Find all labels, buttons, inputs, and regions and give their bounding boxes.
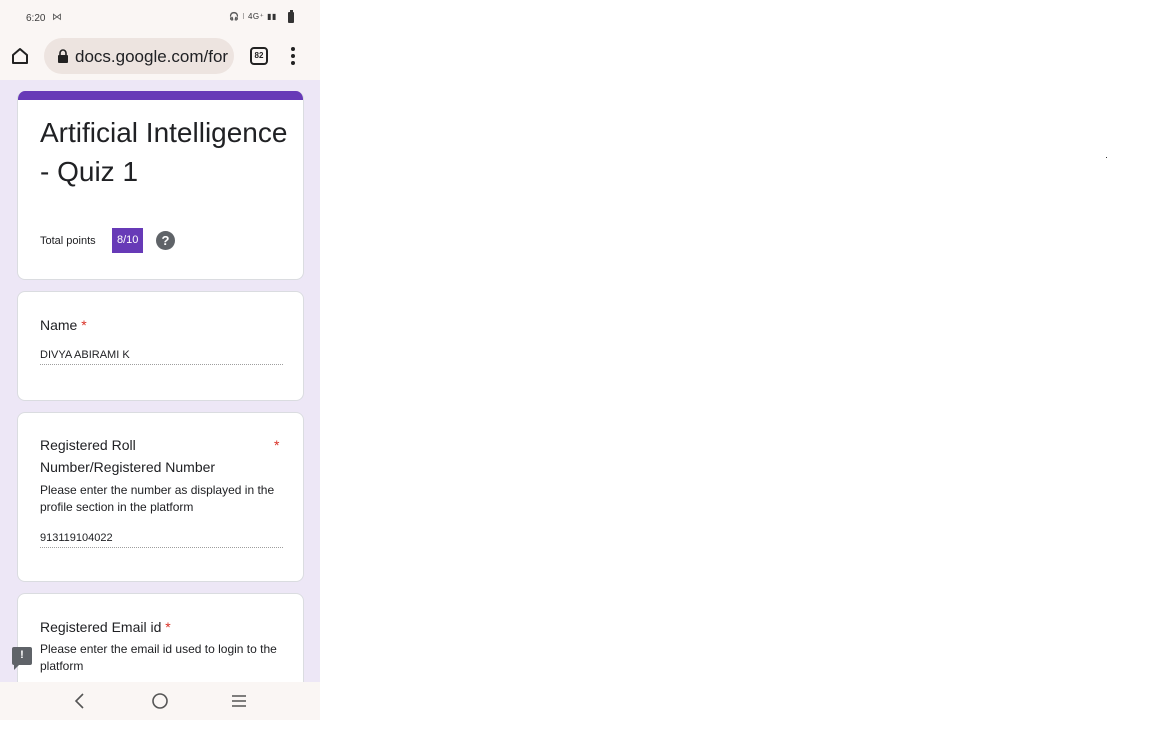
question-card-name: Name * DIVYA ABIRAMI K bbox=[17, 291, 304, 401]
url-text: docs.google.com/for bbox=[75, 47, 229, 66]
feedback-icon[interactable]: ! bbox=[12, 647, 32, 670]
home-circle-icon[interactable] bbox=[147, 688, 173, 714]
status-bar: 6:20 ⋈ 🎧 ⁝ 4G⁺ ▮▮ bbox=[0, 0, 320, 32]
question-text: Registered Email id bbox=[40, 619, 162, 635]
recents-icon[interactable] bbox=[226, 688, 252, 714]
battery-icon bbox=[288, 10, 294, 23]
header-accent-bar bbox=[18, 91, 303, 100]
question-description: Please enter the email id used to login … bbox=[40, 642, 277, 673]
form-header-card: Artificial Intelligence - Quiz 1 Total p… bbox=[17, 91, 304, 280]
question-text: Name bbox=[40, 317, 78, 333]
form-title: Artificial Intelligence - Quiz 1 bbox=[40, 117, 288, 187]
menu-icon[interactable] bbox=[290, 47, 296, 65]
question-text: Registered Roll Number/Registered Number bbox=[40, 437, 216, 475]
phone-screen: 6:20 ⋈ 🎧 ⁝ 4G⁺ ▮▮ docs.google.com/for 82… bbox=[0, 0, 320, 720]
question-label: Registered Email id * bbox=[40, 616, 171, 638]
lock-icon bbox=[58, 49, 68, 63]
question-label: Name * bbox=[40, 314, 87, 336]
question-card-roll-number: Registered Roll Number/Registered Number… bbox=[17, 412, 304, 582]
help-icon[interactable]: ? bbox=[156, 231, 175, 250]
stray-dot bbox=[1106, 157, 1107, 158]
question-description: Please enter the number as displayed in … bbox=[40, 483, 275, 514]
url-bar[interactable]: docs.google.com/for bbox=[44, 38, 234, 74]
status-time: 6:20 bbox=[26, 13, 46, 24]
required-asterisk: * bbox=[81, 317, 87, 333]
back-icon[interactable] bbox=[67, 688, 93, 714]
answer-text: DIVYA ABIRAMI K bbox=[40, 349, 283, 365]
required-asterisk: * bbox=[165, 619, 171, 635]
score-badge: 8/10 bbox=[112, 228, 144, 253]
signal-indicators: 🎧 ⁝ 4G⁺ ▮▮ bbox=[229, 12, 277, 21]
total-points-label: Total points bbox=[40, 235, 96, 247]
mail-notification-icon: ⋈ bbox=[52, 12, 62, 23]
required-asterisk: * bbox=[274, 437, 280, 453]
answer-text: 913119104022 bbox=[40, 532, 283, 548]
browser-toolbar: docs.google.com/for 82 bbox=[0, 32, 320, 80]
system-nav-bar bbox=[0, 682, 320, 720]
tabs-icon[interactable]: 82 bbox=[250, 47, 268, 65]
home-icon[interactable] bbox=[10, 46, 30, 66]
